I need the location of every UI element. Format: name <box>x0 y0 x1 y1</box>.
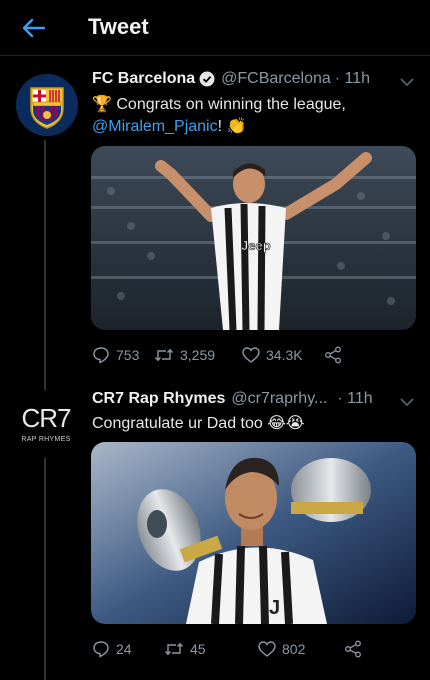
thread-connector <box>44 458 46 680</box>
author-name[interactable]: FC Barcelona <box>92 70 195 88</box>
retweet-count: 45 <box>190 641 206 657</box>
mention-link[interactable]: @Miralem_Pjanic <box>92 118 218 135</box>
verified-icon <box>199 71 215 87</box>
retweet-icon <box>164 642 184 656</box>
tweet-body: Congrats on winning the league, <box>116 96 346 113</box>
reply-icon <box>93 347 109 364</box>
tweet-actions: 753 3,259 34.3K <box>92 346 348 364</box>
back-arrow-icon[interactable] <box>18 12 50 44</box>
retweet-icon <box>154 348 174 362</box>
like-count: 34.3K <box>266 347 303 363</box>
clap-emoji: 👏 <box>226 118 247 135</box>
chevron-down-icon[interactable] <box>400 394 414 412</box>
tweet-image[interactable]: Jeep <box>91 146 416 330</box>
tweet-body-end: ! <box>217 118 223 135</box>
reply-icon <box>93 641 109 658</box>
retweet-button[interactable]: 45 <box>164 641 258 657</box>
tweet-text: 🏆 Congrats on winning the league, @Miral… <box>92 94 402 138</box>
player-celebration-image: Jeep <box>91 146 416 330</box>
timestamp: · 11h <box>334 70 371 87</box>
avatar[interactable]: CR7 RAP RHYMES <box>12 398 80 448</box>
tweet-header: CR7 Rap Rhymes @cr7raprhy... · 11h <box>92 390 373 408</box>
tweet-header: FC Barcelona @FCBarcelona · 11h <box>92 70 370 88</box>
trophy-emoji: 🏆 <box>92 96 112 113</box>
avatar[interactable] <box>16 74 78 136</box>
retweet-button[interactable]: 3,259 <box>154 347 242 363</box>
author-handle[interactable]: @FCBarcelona <box>221 70 331 88</box>
chevron-down-icon[interactable] <box>400 74 414 92</box>
like-count: 802 <box>282 641 306 657</box>
tweet-body: Congratulate ur Dad too <box>92 415 263 432</box>
reply-count: 24 <box>116 641 132 657</box>
player-trophy-image: J <box>91 442 416 624</box>
tweet-image[interactable]: J <box>91 442 416 624</box>
share-button[interactable] <box>344 640 368 658</box>
like-button[interactable]: 802 <box>258 641 344 657</box>
emoji: 😂😭 <box>267 415 305 432</box>
reply-button[interactable]: 24 <box>92 640 164 658</box>
reply-count: 753 <box>116 347 140 363</box>
share-icon <box>325 346 341 364</box>
thread-connector <box>44 140 46 390</box>
top-bar: Tweet <box>0 0 430 56</box>
avatar-subtitle: RAP RHYMES <box>21 436 71 443</box>
share-button[interactable] <box>324 346 348 364</box>
tweet-actions: 24 45 802 <box>92 640 368 658</box>
avatar-logo: CR7 <box>21 403 71 433</box>
like-button[interactable]: 34.3K <box>242 347 324 363</box>
tweet-text: Congratulate ur Dad too 😂😭 <box>92 413 402 435</box>
svg-text:Jeep: Jeep <box>241 238 271 253</box>
like-icon <box>242 347 260 363</box>
like-icon <box>258 641 276 657</box>
author-name[interactable]: CR7 Rap Rhymes <box>92 390 225 408</box>
retweet-count: 3,259 <box>180 347 216 363</box>
timestamp: · 11h <box>337 390 373 407</box>
share-icon <box>345 640 361 658</box>
fc-barcelona-crest-icon <box>16 74 78 136</box>
author-handle[interactable]: @cr7raprhy... <box>231 390 327 408</box>
page-title: Tweet <box>88 14 149 39</box>
reply-button[interactable]: 753 <box>92 346 154 364</box>
svg-text:J: J <box>269 597 280 619</box>
